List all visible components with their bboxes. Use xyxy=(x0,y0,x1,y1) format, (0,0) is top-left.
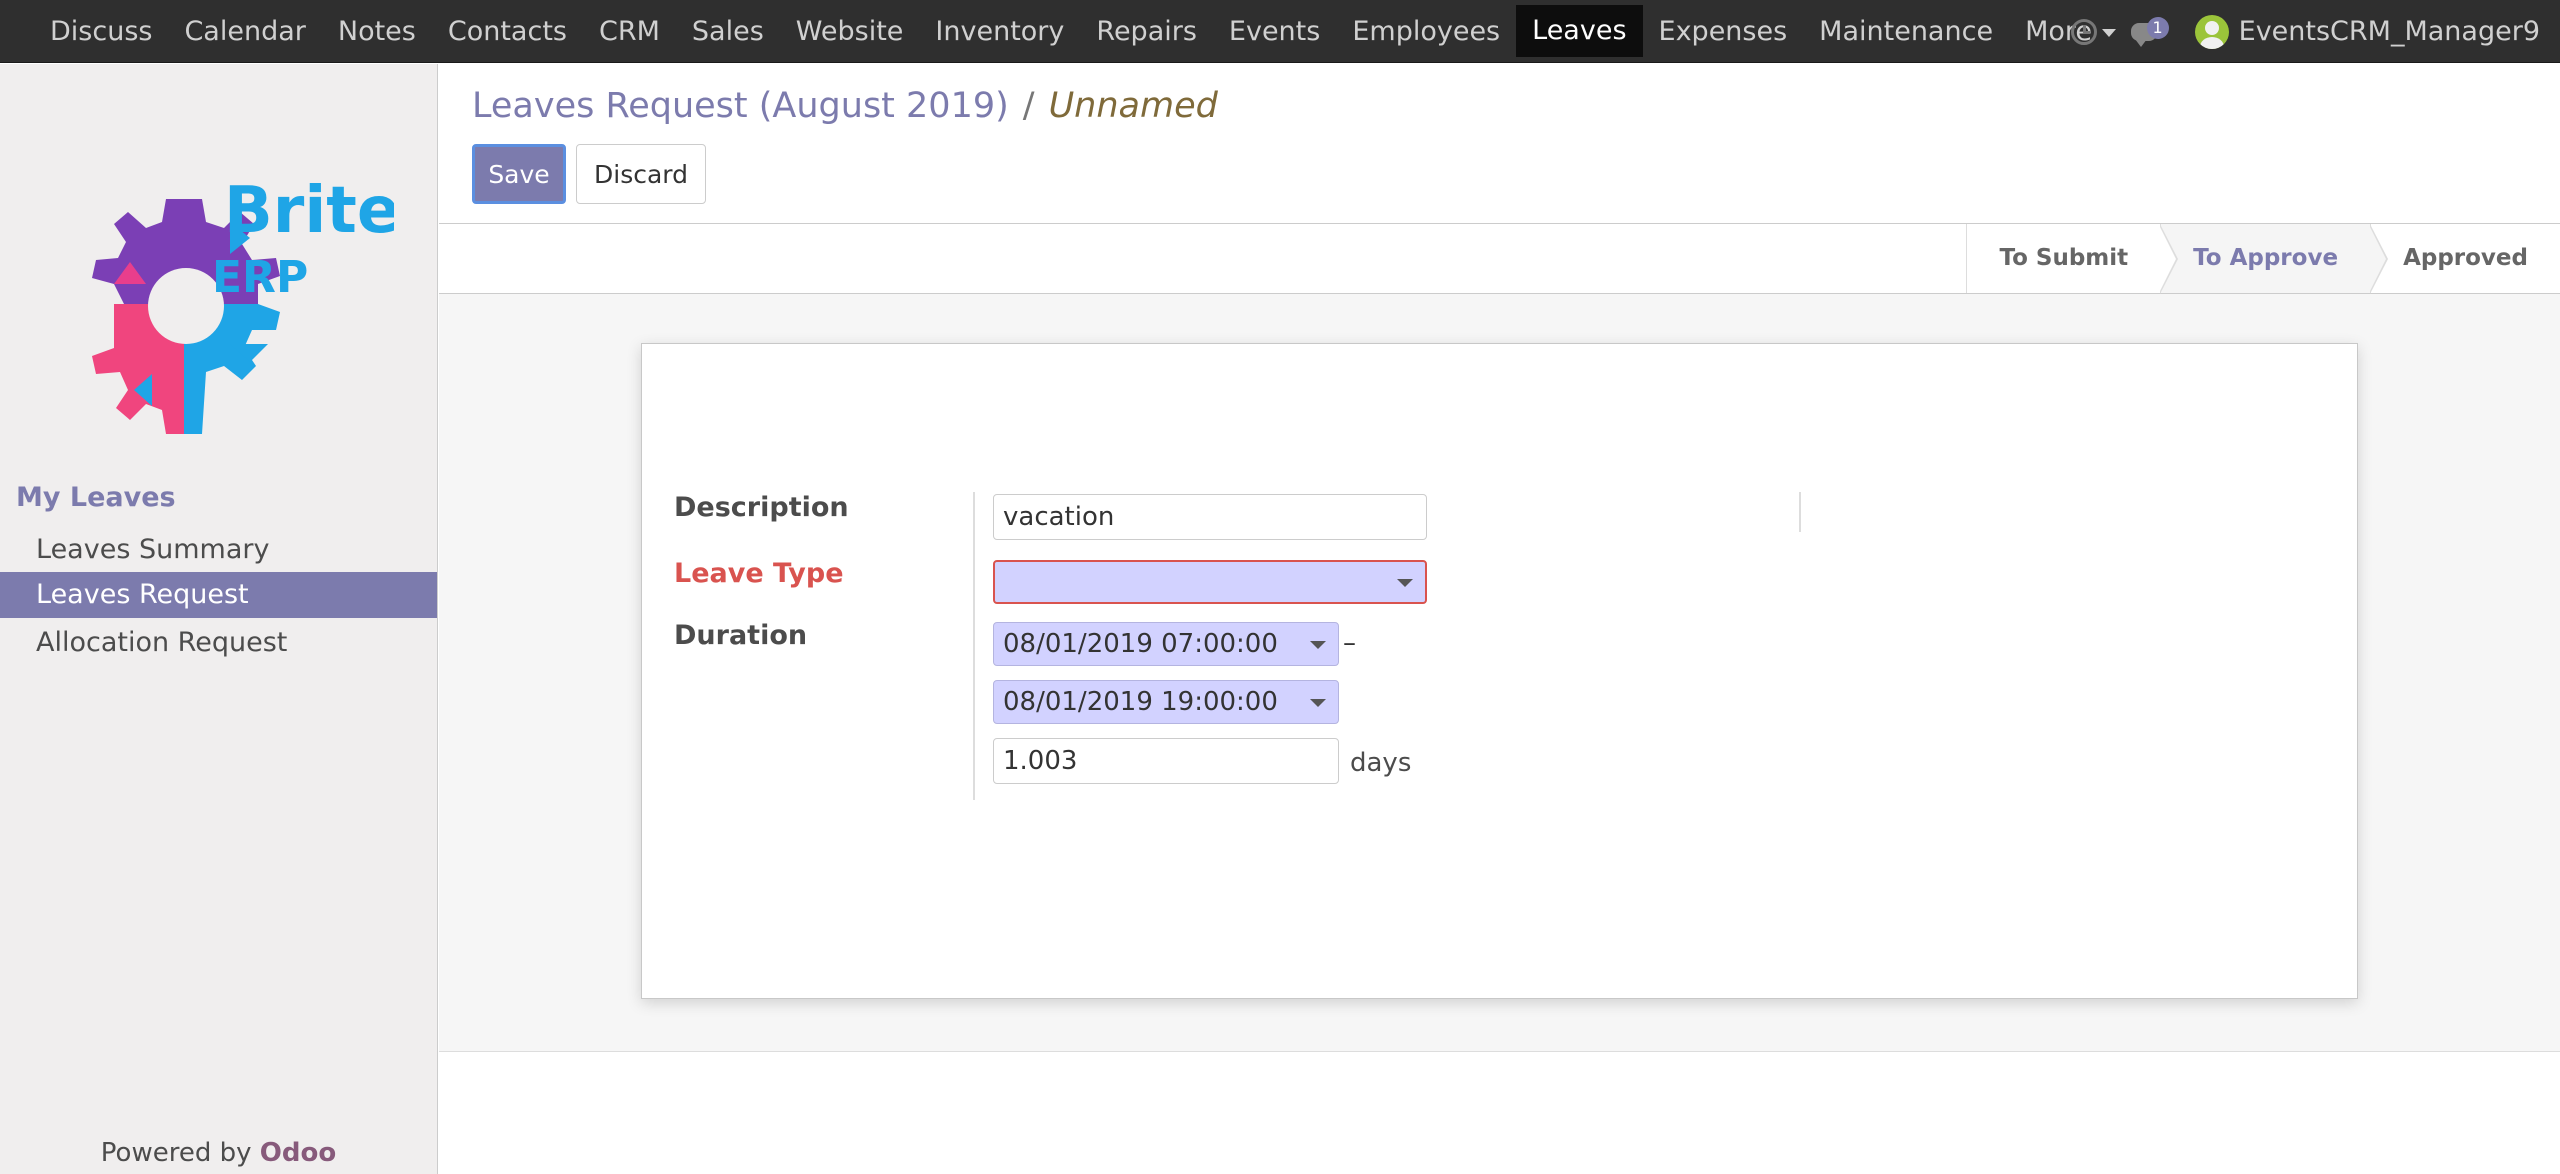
menu-notes[interactable]: Notes xyxy=(322,0,432,63)
messages-badge: 1 xyxy=(2146,16,2169,39)
sidebar-item-leaves-summary[interactable]: Leaves Summary xyxy=(0,527,437,573)
stage-approved: Approved xyxy=(2370,224,2560,293)
date-range-separator: – xyxy=(1343,628,1356,658)
menu-calendar[interactable]: Calendar xyxy=(168,0,321,63)
sidebar-section-my-leaves: My Leaves xyxy=(16,482,176,513)
brite-erp-logo[interactable]: Brite ERP xyxy=(54,144,394,464)
stage-label: To Approve xyxy=(2193,245,2339,271)
date-to-input[interactable]: 08/01/2019 19:00:00 xyxy=(993,680,1339,724)
menu-inventory[interactable]: Inventory xyxy=(919,0,1080,63)
breadcrumb-separator: / xyxy=(1022,86,1035,126)
status-stages: To Submit To Approve Approved xyxy=(1966,224,2560,294)
days-unit-label: days xyxy=(1350,748,1412,778)
menu-crm[interactable]: CRM xyxy=(583,0,676,63)
powered-by: Powered by Odoo xyxy=(0,1138,437,1168)
stage-label: To Submit xyxy=(1999,245,2129,271)
control-panel: Leaves Request (August 2019) / Unnamed Sav… xyxy=(439,64,2560,224)
dropdown-caret-icon xyxy=(1310,641,1326,649)
powered-by-text: Powered by xyxy=(100,1138,252,1168)
dropdown-caret-icon xyxy=(1310,699,1326,707)
date-from-value: 08/01/2019 07:00:00 xyxy=(1003,629,1278,659)
menu-events[interactable]: Events xyxy=(1213,0,1336,63)
menu-employees[interactable]: Employees xyxy=(1336,0,1516,63)
number-of-days-value: 1.003 xyxy=(1003,746,1078,776)
messages-icon[interactable]: 1 xyxy=(2130,16,2169,47)
dropdown-caret-icon xyxy=(1397,579,1413,587)
save-button[interactable]: Save xyxy=(472,144,566,204)
menu-maintenance[interactable]: Maintenance xyxy=(1803,0,2009,63)
stage-to-approve: To Approve xyxy=(2160,224,2389,294)
form-group-divider xyxy=(1799,492,1801,532)
breadcrumb-current: Unnamed xyxy=(1048,86,1218,126)
breadcrumb: Leaves Request (August 2019) / Unnamed xyxy=(472,86,1218,126)
menu-website[interactable]: Website xyxy=(780,0,920,63)
top-navbar: Discuss Calendar Notes Contacts CRM Sale… xyxy=(0,0,2560,63)
odoo-link[interactable]: Odoo xyxy=(260,1138,336,1168)
menu-expenses[interactable]: Expenses xyxy=(1643,0,1804,63)
number-of-days-input[interactable]: 1.003 xyxy=(993,738,1339,784)
sidebar: Brite ERP My Leaves Leaves Summary Leave… xyxy=(0,64,438,1174)
user-menu[interactable]: EventsCRM_Manager9 xyxy=(2239,16,2560,47)
discard-button[interactable]: Discard xyxy=(576,144,706,204)
form-statusbar: To Submit To Approve Approved xyxy=(439,224,2560,294)
stage-arrow-icon xyxy=(2159,224,2179,294)
user-avatar[interactable] xyxy=(2194,14,2229,49)
activity-clock-icon[interactable] xyxy=(2070,18,2097,45)
stage-to-submit: To Submit xyxy=(1967,224,2179,294)
breadcrumb-parent[interactable]: Leaves Request (August 2019) xyxy=(472,86,1009,126)
leave-type-label: Leave Type xyxy=(674,558,844,589)
logo-text-erp: ERP xyxy=(212,252,308,303)
sidebar-item-leaves-request[interactable]: Leaves Request xyxy=(0,572,437,618)
logo-text-brite: Brite xyxy=(224,174,394,248)
stage-label: Approved xyxy=(2403,245,2528,271)
date-from-input[interactable]: 08/01/2019 07:00:00 xyxy=(993,622,1339,666)
sidebar-item-allocation-request[interactable]: Allocation Request xyxy=(0,620,437,666)
description-label: Description xyxy=(674,492,849,523)
form-sheet: Description Leave Type Duration 08/01/20… xyxy=(641,343,2358,999)
menu-discuss[interactable]: Discuss xyxy=(34,0,168,63)
stage-arrow-icon xyxy=(2369,224,2389,294)
systray: 1 EventsCRM_Manager9 xyxy=(2070,0,2560,63)
leave-type-select[interactable] xyxy=(993,560,1427,604)
app-menu: Discuss Calendar Notes Contacts CRM Sale… xyxy=(34,0,2132,63)
menu-repairs[interactable]: Repairs xyxy=(1080,0,1213,63)
date-to-value: 08/01/2019 19:00:00 xyxy=(1003,687,1278,717)
description-input[interactable] xyxy=(993,494,1427,540)
menu-sales[interactable]: Sales xyxy=(676,0,780,63)
menu-leaves[interactable]: Leaves xyxy=(1516,5,1643,57)
form-column-divider xyxy=(973,492,975,800)
duration-label: Duration xyxy=(674,620,808,651)
menu-contacts[interactable]: Contacts xyxy=(432,0,583,63)
